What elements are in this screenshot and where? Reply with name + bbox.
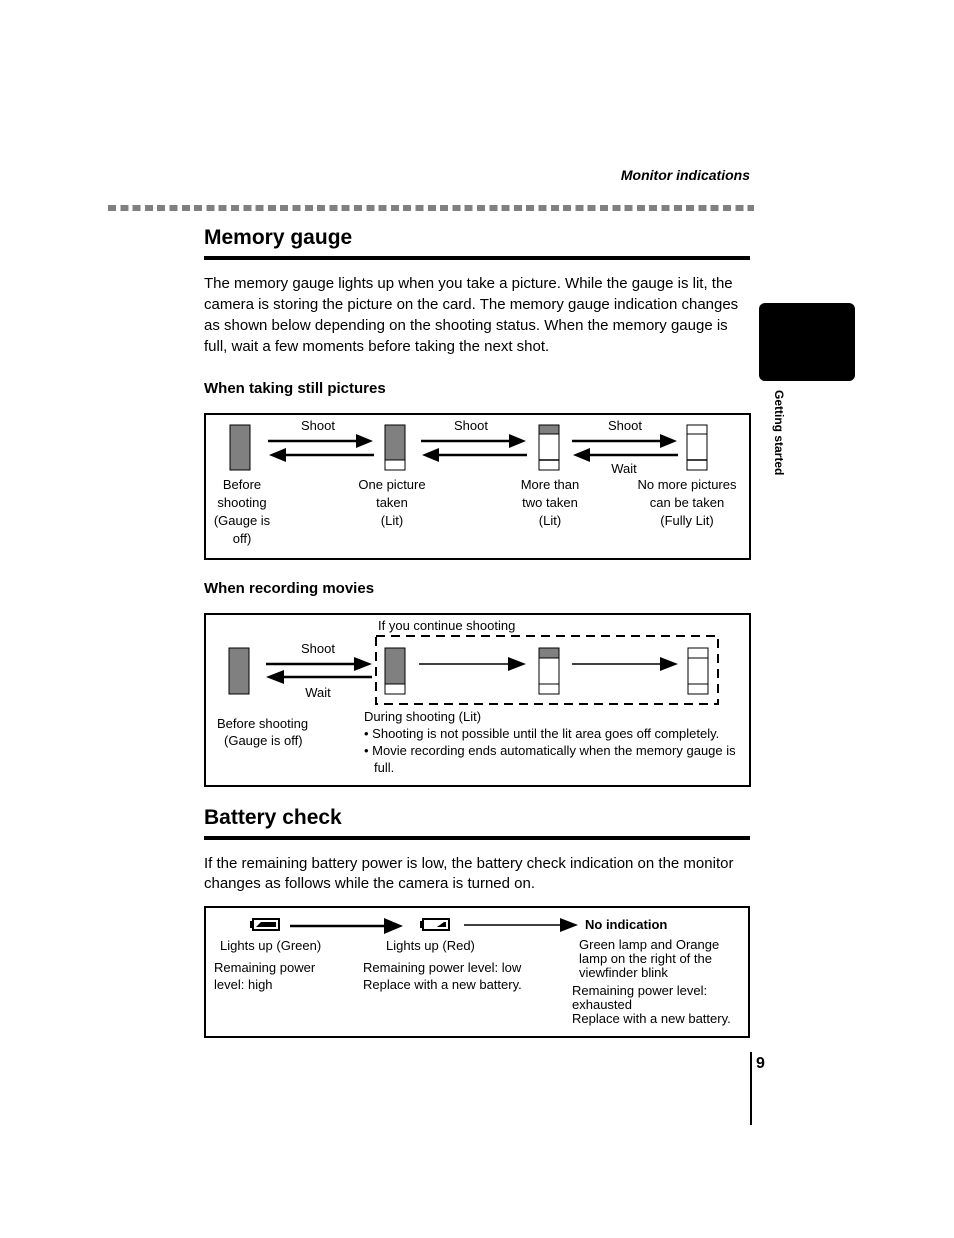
running-header: Monitor indications <box>620 167 750 183</box>
page-number: 9 <box>756 1055 765 1072</box>
gauge-more-than-two-icon <box>538 424 560 471</box>
chapter-tab <box>759 303 855 381</box>
arrow-right-icon <box>572 657 678 671</box>
arrow-right-icon <box>464 918 578 932</box>
heading-rule <box>204 256 750 260</box>
battery-desc-high: Remaining power level: high <box>214 960 316 992</box>
movies-diagram: If you continue shooting Shoot Wait Befo… <box>204 613 751 787</box>
battery-check-intro: If the remaining battery power is low, t… <box>204 855 734 892</box>
during-shooting-title: During shooting (Lit) <box>364 709 482 724</box>
note-bullet: • Movie recording ends automatically whe… <box>364 743 736 775</box>
movies-heading: When recording movies <box>204 580 375 597</box>
battery-low-icon <box>420 918 450 931</box>
state-label-full: No more pictures can be taken (Fully Lit… <box>637 477 737 528</box>
arrow-right-icon <box>421 434 526 448</box>
arrow-right-icon <box>572 434 677 448</box>
battery-check-heading: Battery check <box>204 806 342 829</box>
battery-status-none: No indication <box>585 917 668 932</box>
lamp-blink-note: Green lamp and Orange lamp on the right … <box>579 937 720 980</box>
arrow-label-wait: Wait <box>305 685 331 700</box>
gauge-one-picture-icon <box>384 424 406 471</box>
during-shooting-notes: During shooting (Lit) • Shooting is not … <box>364 708 754 776</box>
still-pictures-heading: When taking still pictures <box>204 380 386 397</box>
battery-diagram: Lights up (Green) Remaining power level:… <box>204 906 750 1038</box>
battery-status-red: Lights up (Red) <box>386 938 475 953</box>
gauge-off-icon <box>228 647 250 695</box>
arrow-right-icon <box>290 918 403 934</box>
state-label-one-picture: One picture taken (Lit) <box>358 477 426 528</box>
arrow-label-shoot: Shoot <box>454 418 488 433</box>
gauge-full-icon <box>686 424 708 471</box>
page-number-rule <box>750 1052 752 1125</box>
battery-full-icon <box>250 918 280 931</box>
arrow-left-icon <box>269 448 374 462</box>
arrow-right-icon <box>268 434 373 448</box>
battery-status-green: Lights up (Green) <box>220 938 322 953</box>
gauge-off-icon <box>229 424 251 471</box>
arrow-right-icon <box>266 657 372 671</box>
before-shooting-label: Before shooting (Gauge is off) <box>217 716 309 748</box>
battery-desc-low: Remaining power level: low Replace with … <box>363 960 522 992</box>
state-label-before: Before shooting (Gauge is off) <box>213 477 271 546</box>
memory-gauge-heading: Memory gauge <box>204 226 353 249</box>
arrow-label-shoot: Shoot <box>608 418 642 433</box>
heading-rule <box>204 836 750 840</box>
arrow-right-icon <box>419 657 526 671</box>
battery-desc-exhausted: Remaining power level: exhausted Replace… <box>572 983 731 1026</box>
note-bullet: • Shooting is not possible until the lit… <box>364 726 720 741</box>
arrow-left-icon <box>266 670 372 684</box>
gauge-more-than-two-icon <box>538 647 560 695</box>
arrow-label-shoot: Shoot <box>301 418 335 433</box>
chapter-tab-label: Getting started <box>772 390 786 476</box>
gauge-one-picture-icon <box>384 647 406 695</box>
gauge-full-icon <box>687 647 709 695</box>
still-pictures-diagram: Shoot Shoot Shoot Wait Before shooting (… <box>204 413 751 560</box>
memory-gauge-intro: The memory gauge lights up when you take… <box>204 275 739 355</box>
state-label-more-than-two: More than two taken (Lit) <box>520 477 580 528</box>
arrow-label-shoot: Shoot <box>301 641 335 656</box>
arrow-left-icon <box>422 448 527 462</box>
continue-shooting-label: If you continue shooting <box>378 618 516 633</box>
dotted-divider <box>108 205 754 211</box>
